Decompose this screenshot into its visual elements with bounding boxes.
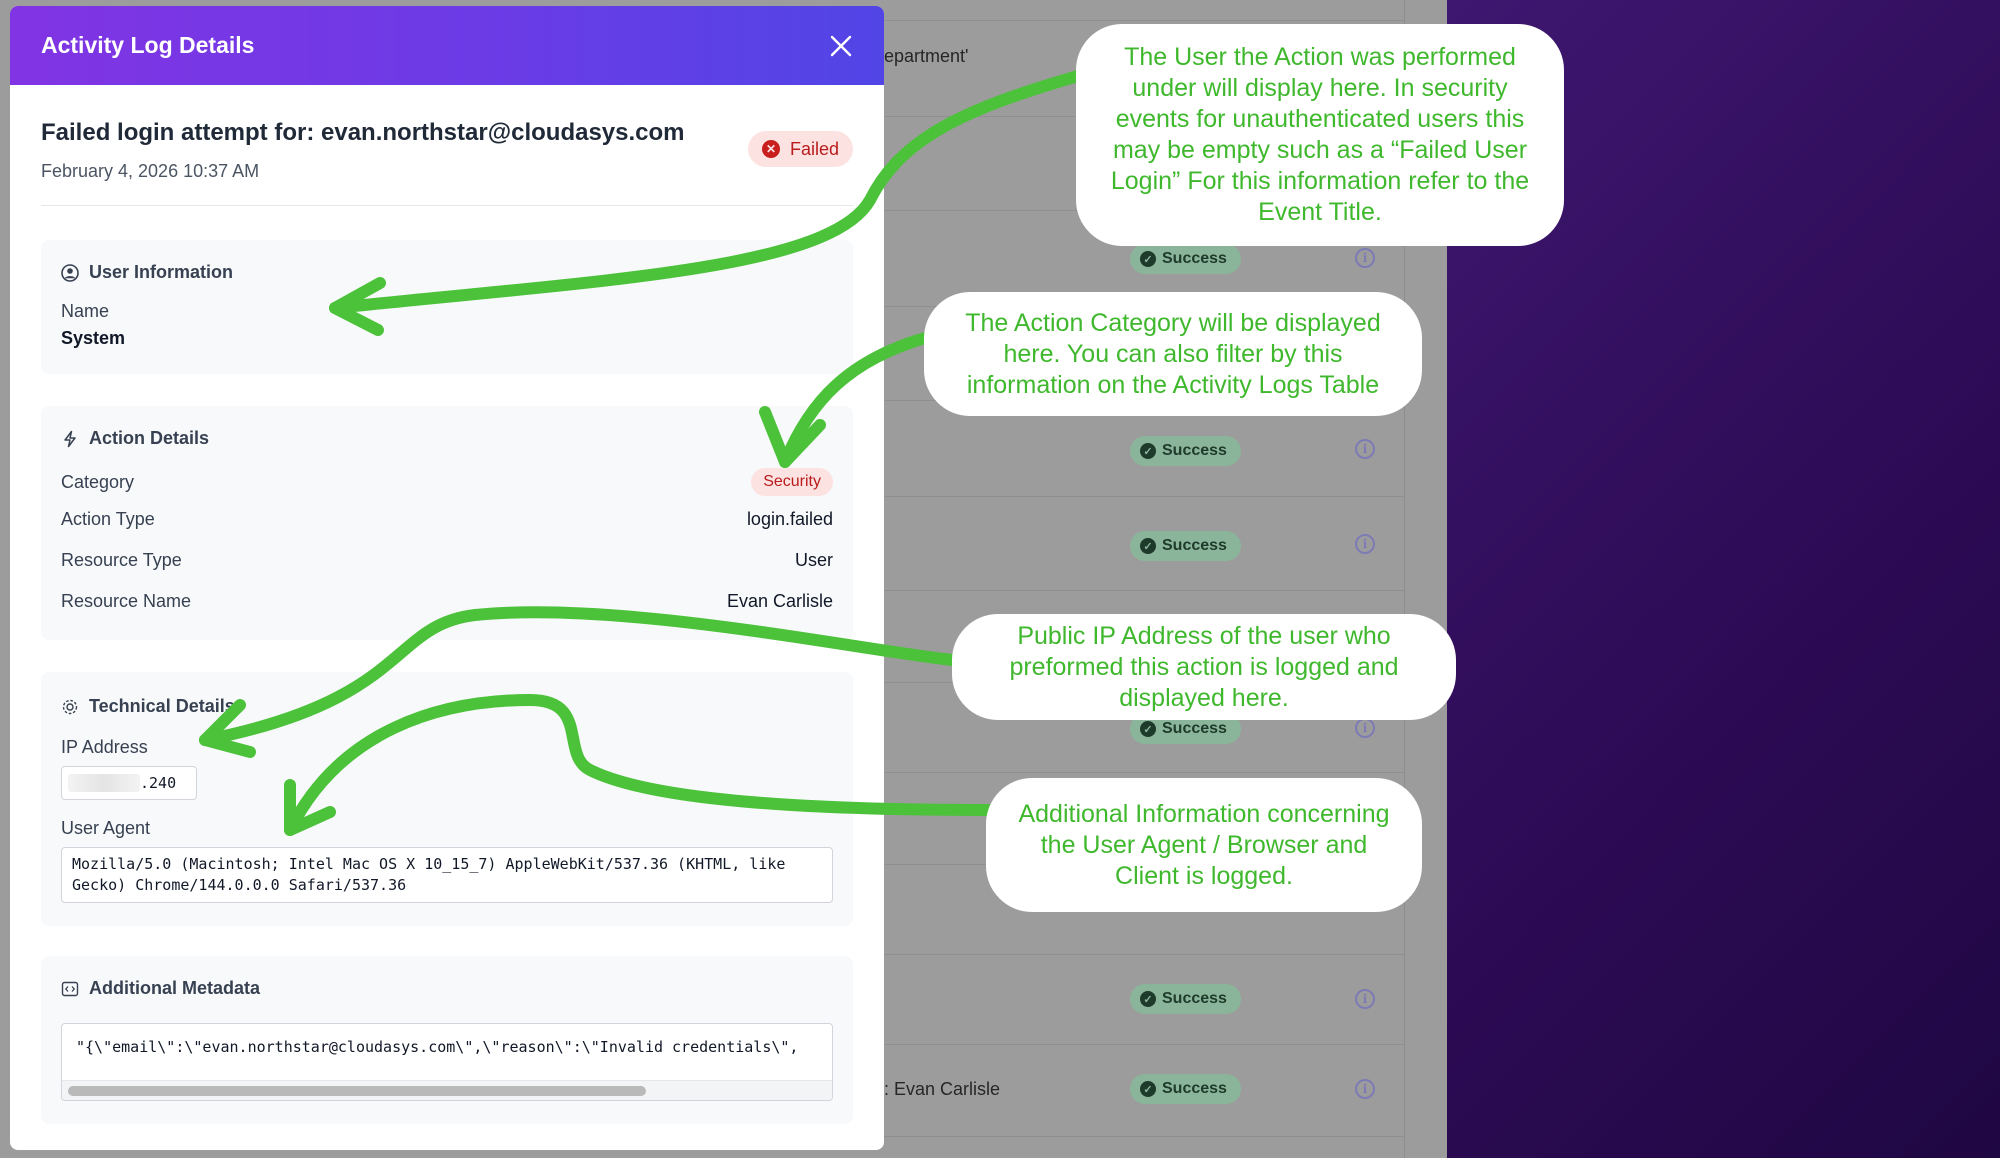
metadata-value: "{\"email\":\"evan.northstar@cloudasys.c… [76, 1038, 799, 1056]
ip-address-value: .240 [140, 774, 177, 792]
status-badge: ✓ Success [1130, 984, 1241, 1014]
ip-address-label: IP Address [61, 737, 148, 757]
horizontal-scrollbar[interactable] [62, 1080, 832, 1100]
status-label: Failed [789, 138, 839, 159]
info-icon[interactable]: i [1355, 1079, 1375, 1099]
resource-type-value: User [794, 550, 833, 570]
user-agent-field[interactable]: Mozilla/5.0 (Macintosh; Intel Mac OS X 1… [61, 847, 833, 903]
name-value: System [61, 328, 126, 348]
status-badge: ✓ Success [1130, 436, 1241, 466]
resource-name-label: Resource Name [61, 591, 192, 611]
resource-type-label: Resource Type [61, 550, 182, 570]
user-circle-icon [61, 263, 79, 282]
action-type-value: login.failed [746, 509, 833, 529]
gear-icon [62, 699, 78, 714]
lightning-icon [64, 430, 76, 447]
row-description: : Evan Carlisle [884, 1079, 1001, 1099]
technical-details-section: Technical Details IP Address .240 User A… [41, 672, 853, 926]
info-icon[interactable]: i [1355, 534, 1375, 554]
resource-name-value: Evan Carlisle [726, 591, 833, 611]
annotation-category-callout: The Action Category will be displayed he… [924, 292, 1422, 416]
section-title: User Information [61, 262, 833, 283]
status-badge: ✓ Success [1130, 1074, 1241, 1104]
redacted-block [68, 774, 140, 792]
annotation-user-callout: The User the Action was performed under … [1076, 24, 1564, 246]
info-icon[interactable]: i [1355, 248, 1375, 268]
event-timestamp: February 4, 2026 10:37 AM [41, 161, 260, 181]
section-title: Action Details [61, 428, 833, 449]
row-description: epartment' [884, 46, 969, 66]
metadata-field[interactable]: "{\"email\":\"evan.northstar@cloudasys.c… [61, 1023, 833, 1101]
section-title: Additional Metadata [61, 978, 833, 999]
section-title: Technical Details [61, 696, 833, 717]
ip-address-field[interactable]: .240 [61, 766, 197, 800]
action-details-section: Action Details Category Security Action … [41, 406, 853, 640]
x-circle-icon: ✕ [761, 140, 780, 158]
annotation-user-agent-callout: Additional Information concerning the Us… [986, 778, 1422, 912]
activity-log-details-modal: Activity Log Details Failed login attemp… [10, 6, 884, 1150]
status-badge: ✓ Success [1130, 531, 1241, 561]
action-type-label: Action Type [61, 509, 155, 529]
info-icon[interactable]: i [1355, 989, 1375, 1009]
user-agent-label: User Agent [61, 818, 151, 838]
modal-header: Activity Log Details [10, 6, 884, 85]
code-icon [61, 981, 79, 996]
additional-metadata-section: Additional Metadata "{\"email\":\"evan.n… [41, 956, 853, 1124]
status-badge: ✕ Failed [747, 131, 853, 167]
user-information-section: User Information Name System [41, 240, 853, 374]
event-title: Failed login attempt for: evan.northstar… [41, 119, 685, 146]
category-badge: Security [751, 468, 833, 496]
close-icon[interactable] [828, 33, 854, 59]
divider [41, 205, 853, 206]
name-label: Name [61, 301, 110, 321]
modal-title: Activity Log Details [41, 32, 255, 58]
scrollbar-thumb[interactable] [68, 1086, 646, 1096]
status-badge: ✓ Success [1130, 244, 1241, 274]
info-icon[interactable]: i [1355, 718, 1375, 738]
annotation-ip-callout: Public IP Address of the user who prefor… [952, 614, 1456, 720]
info-icon[interactable]: i [1355, 439, 1375, 459]
category-label: Category [61, 471, 135, 492]
